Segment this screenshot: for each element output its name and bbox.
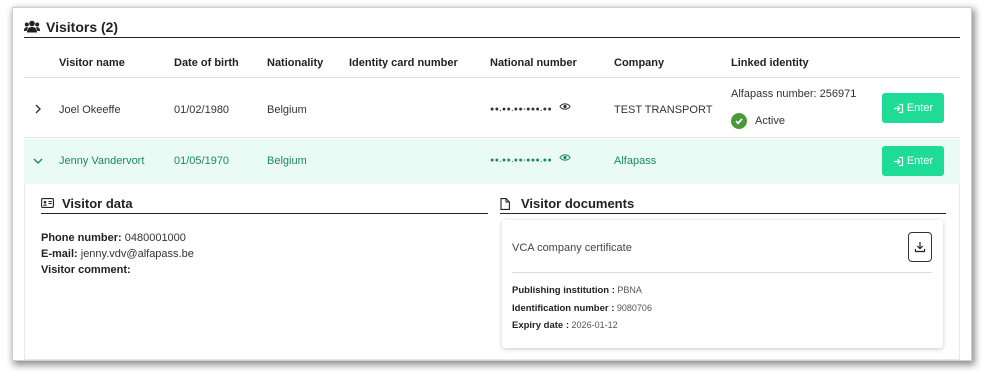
enter-button-label: Enter	[906, 102, 934, 114]
status-text: Active	[755, 115, 785, 127]
phone-value: 0480001000	[124, 232, 186, 244]
email-value: jenny.vdv@alfapass.be	[80, 248, 194, 260]
visitor-nationality: Belgium	[267, 155, 307, 167]
document-icon	[500, 197, 514, 210]
column-nationality[interactable]: Nationality	[267, 57, 323, 69]
expiry-line: Expiry date : 2026-01-12	[512, 317, 652, 335]
masked-national-number: ●●.●●.●●-●●●.●●	[490, 157, 553, 164]
enter-button-label: Enter	[906, 155, 934, 167]
expiry-value: 2026-01-12	[571, 320, 618, 330]
status-badge: Active	[731, 113, 785, 129]
eye-icon[interactable]	[559, 153, 571, 165]
sign-in-icon	[893, 156, 903, 166]
eye-icon[interactable]	[559, 102, 571, 114]
comment-label: Visitor comment:	[41, 264, 131, 276]
section-title: Visitors (2)	[46, 18, 119, 35]
visitor-dob: 01/05/1970	[174, 155, 230, 167]
visitor-data-header: Visitor data	[41, 194, 488, 214]
column-company[interactable]: Company	[614, 57, 664, 69]
comment-line: Visitor comment:	[41, 262, 194, 278]
column-date-of-birth[interactable]: Date of birth	[174, 57, 239, 69]
email-label: E-mail:	[41, 248, 78, 260]
linked-identity: Alfapass number: 256971	[731, 88, 857, 100]
national-number-cell: ●●.●●.●●-●●●.●●	[490, 102, 571, 114]
table-row[interactable]: Jenny Vandervort 01/05/1970 Belgium ●●.●…	[24, 139, 960, 184]
visitor-name: Joel Okeeffe	[59, 104, 121, 116]
column-linked-identity[interactable]: Linked identity	[731, 57, 809, 69]
visitor-company: TEST TRANSPORT	[614, 104, 713, 116]
document-card: VCA company certificate Publishing insti…	[502, 220, 943, 348]
visitor-detail-panel: Visitor data Phone number: 0480001000 E-…	[24, 184, 960, 360]
visitors-table-header: Visitor name Date of birth Nationality I…	[24, 50, 960, 78]
enter-button[interactable]: Enter	[882, 146, 944, 176]
check-circle-icon	[731, 113, 747, 129]
download-button[interactable]	[908, 232, 932, 262]
id-card-icon	[41, 197, 55, 210]
enter-button[interactable]: Enter	[882, 93, 944, 123]
visitor-data-title: Visitor data	[62, 196, 133, 211]
column-visitor-name[interactable]: Visitor name	[59, 57, 125, 69]
column-national-number[interactable]: National number	[490, 57, 577, 69]
phone-label: Phone number:	[41, 232, 122, 244]
publishing-line: Publishing institution : PBNA	[512, 282, 652, 300]
national-number-cell: ●●.●●.●●-●●●.●●	[490, 153, 571, 165]
publishing-label: Publishing institution :	[512, 285, 615, 296]
users-icon	[24, 20, 40, 34]
visitor-name: Jenny Vandervort	[59, 155, 145, 167]
identification-label: Identification number :	[512, 302, 615, 314]
email-line: E-mail: jenny.vdv@alfapass.be	[41, 246, 194, 262]
visitors-panel: Visitors (2) Visitor name Date of birth …	[13, 8, 971, 360]
visitor-dob: 01/02/1980	[174, 104, 230, 116]
sign-in-icon	[893, 103, 903, 113]
table-row[interactable]: Joel Okeeffe 01/02/1980 Belgium ●●.●●.●●…	[24, 80, 960, 138]
visitor-nationality: Belgium	[267, 104, 307, 116]
column-identity-card-number[interactable]: Identity card number	[349, 57, 458, 69]
visitor-documents-header: Visitor documents	[500, 194, 946, 214]
visitors-section-header: Visitors (2)	[24, 16, 960, 38]
masked-national-number: ●●.●●.●●-●●●.●●	[490, 106, 553, 113]
download-icon	[914, 242, 926, 253]
document-meta: Publishing institution : PBNA Identifica…	[512, 282, 652, 335]
visitor-data-fields: Phone number: 0480001000 E-mail: jenny.v…	[41, 230, 194, 278]
expiry-label: Expiry date :	[512, 320, 570, 331]
visitor-company: Alfapass	[614, 155, 657, 167]
chevron-right-icon[interactable]	[32, 103, 44, 115]
document-title: VCA company certificate	[512, 242, 632, 254]
chevron-down-icon[interactable]	[32, 155, 44, 167]
publishing-value: PBNA	[617, 285, 642, 295]
document-divider	[512, 272, 932, 273]
identification-line: Identification number : 9080706	[512, 300, 652, 318]
phone-line: Phone number: 0480001000	[41, 230, 194, 246]
visitor-documents-title: Visitor documents	[521, 196, 635, 211]
identification-value: 9080706	[616, 302, 652, 313]
